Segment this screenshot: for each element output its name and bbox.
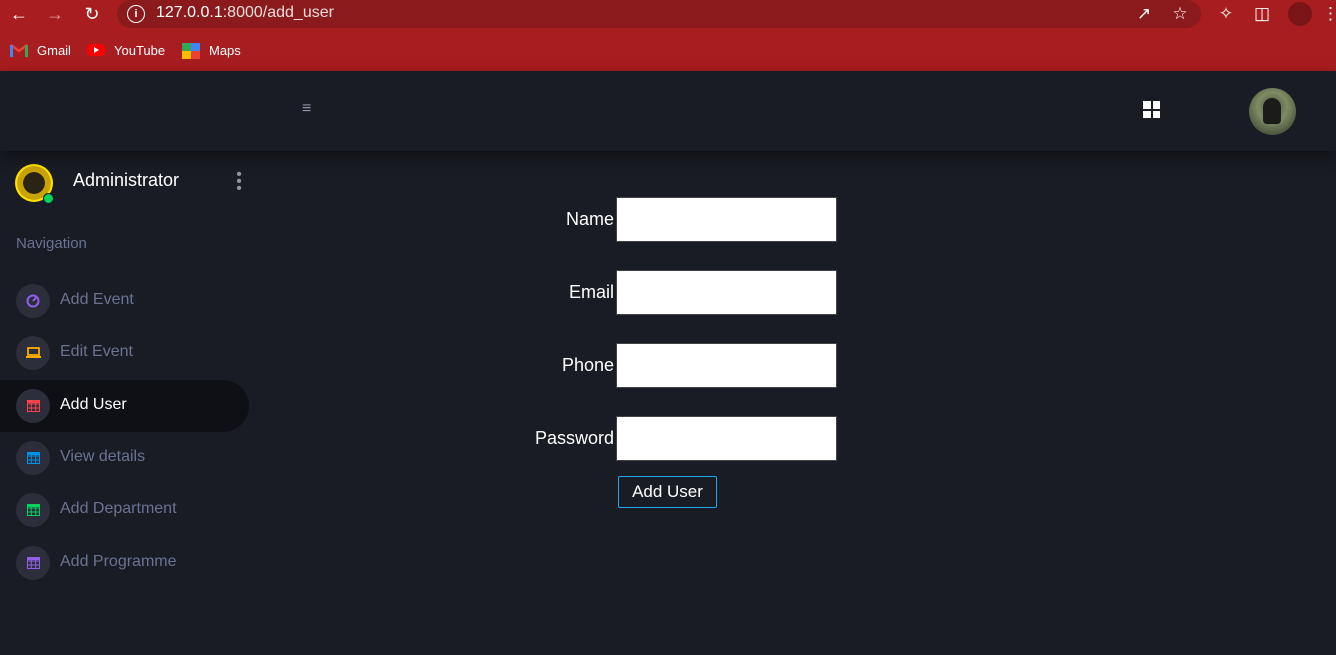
url-path: :8000/add_user xyxy=(222,4,334,21)
table-icon xyxy=(27,504,40,516)
profile-options-icon[interactable]: • • • xyxy=(236,167,242,197)
extensions-icon[interactable]: ✧ xyxy=(1214,3,1238,25)
sidebar-item-edit-event[interactable]: Edit Event xyxy=(0,327,249,379)
user-avatar[interactable] xyxy=(1249,88,1296,135)
sidebar-item-label: Add Department xyxy=(60,500,177,517)
bookmark-star-icon[interactable]: ☆ xyxy=(1169,3,1191,25)
table-icon xyxy=(27,557,40,569)
bookmark-label: Maps xyxy=(209,42,241,58)
nav-icon-bg xyxy=(16,336,50,370)
sidebar-item-add-event[interactable]: Add Event xyxy=(0,275,249,327)
nav-icon-bg xyxy=(16,546,50,580)
profile-name: Administrator xyxy=(73,170,180,190)
nav-section-title: Navigation xyxy=(16,235,87,252)
online-status-dot xyxy=(43,193,54,204)
sidebar-item-label: Add Programme xyxy=(60,553,177,570)
browser-toolbar: ← → ↻ i 127.0.0.1:8000/add_user ↗ ☆ ✧ ◫ … xyxy=(0,0,1336,29)
browser-chrome: ← → ↻ i 127.0.0.1:8000/add_user ↗ ☆ ✧ ◫ … xyxy=(0,0,1336,71)
nav-icon-bg xyxy=(16,441,50,475)
phone-input[interactable] xyxy=(616,343,837,388)
email-label: Email xyxy=(568,282,614,302)
bookmark-label: YouTube xyxy=(114,42,166,58)
side-panel-icon[interactable]: ◫ xyxy=(1250,3,1274,25)
nav-icon-bg xyxy=(16,389,50,423)
bookmark-gmail[interactable]: Gmail xyxy=(10,37,71,63)
phone-label: Phone xyxy=(561,355,614,375)
sidebar: Administrator • • • Navigation Add Event E… xyxy=(0,151,258,655)
nav-icon-bg xyxy=(16,284,50,318)
name-input[interactable] xyxy=(616,197,837,242)
site-info-icon[interactable]: i xyxy=(127,5,145,23)
sidebar-item-label: Add User xyxy=(60,396,127,413)
url-text[interactable]: 127.0.0.1:8000/add_user xyxy=(156,4,334,22)
youtube-icon xyxy=(87,43,105,57)
sidebar-item-add-programme[interactable]: Add Programme xyxy=(0,537,249,589)
main-content: Name Email Phone Password Add User xyxy=(258,151,1336,655)
bookmark-label: Gmail xyxy=(37,42,71,58)
back-icon[interactable]: ← xyxy=(6,2,32,26)
maps-icon xyxy=(182,43,200,59)
browser-menu-icon[interactable]: ⋮ xyxy=(1322,3,1336,25)
speedometer-icon xyxy=(26,294,40,308)
menu-toggle-icon[interactable]: ≡ xyxy=(302,100,311,118)
share-icon[interactable]: ↗ xyxy=(1133,3,1155,25)
sidebar-item-label: Edit Event xyxy=(60,343,133,360)
form-row-password: Password xyxy=(258,416,858,463)
reload-icon[interactable]: ↻ xyxy=(79,2,105,26)
form-row-name: Name xyxy=(258,197,858,244)
forward-icon[interactable]: → xyxy=(42,2,68,26)
sidebar-item-label: Add Event xyxy=(60,291,134,308)
add-user-button[interactable]: Add User xyxy=(618,476,717,508)
table-icon xyxy=(27,452,40,464)
browser-profile-icon[interactable] xyxy=(1288,2,1312,26)
gmail-icon xyxy=(10,43,28,57)
nav-icon-bg xyxy=(16,493,50,527)
form-row-phone: Phone xyxy=(258,343,858,390)
bookmark-maps[interactable]: Maps xyxy=(182,37,241,63)
form-row-email: Email xyxy=(258,270,858,317)
email-input[interactable] xyxy=(616,270,837,315)
url-host: 127.0.0.1 xyxy=(156,4,223,21)
password-input[interactable] xyxy=(616,416,837,461)
sidebar-item-add-department[interactable]: Add Department xyxy=(0,484,249,536)
address-bar[interactable]: i 127.0.0.1:8000/add_user ↗ ☆ xyxy=(117,0,1201,28)
bookmark-youtube[interactable]: YouTube xyxy=(87,37,165,63)
table-icon xyxy=(27,400,40,412)
sidebar-item-add-user[interactable]: Add User xyxy=(0,380,249,432)
name-label: Name xyxy=(565,209,614,229)
sidebar-item-label: View details xyxy=(60,448,146,465)
app-topbar: ≡ xyxy=(0,71,1336,151)
apps-grid-icon[interactable] xyxy=(1143,101,1160,118)
laptop-icon xyxy=(26,347,41,358)
password-label: Password xyxy=(534,428,614,448)
sidebar-item-view-details[interactable]: View details xyxy=(0,432,249,484)
